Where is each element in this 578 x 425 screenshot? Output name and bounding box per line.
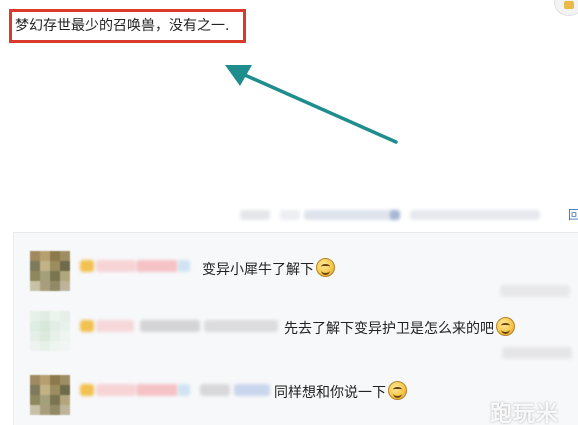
comment-content: 先去了解下变异护卫是怎么来的吧 [284, 317, 515, 338]
comment-content: 变异小犀牛了解下 [202, 258, 335, 279]
commenter-name[interactable] [80, 319, 280, 333]
comment-item: 变异小犀牛了解下 [14, 243, 578, 303]
post-text-highlight: 梦幻存世最少的召唤兽，没有之一. [9, 9, 246, 43]
comment-time [502, 347, 572, 359]
commenter-name[interactable] [80, 383, 276, 397]
comment-item: 先去了解下变异护卫是怎么来的吧 [14, 303, 578, 363]
post-text: 梦幻存世最少的召唤兽，没有之一. [15, 18, 230, 34]
commenter-avatar[interactable] [30, 251, 70, 291]
comment-text: 先去了解下变异护卫是怎么来的吧 [284, 321, 494, 337]
author-avatar[interactable] [554, 0, 578, 16]
commenter-avatar[interactable] [30, 311, 70, 351]
commenter-avatar[interactable] [30, 375, 70, 415]
arrow-head [225, 65, 252, 86]
comment-text: 同样想和你说一下 [274, 385, 386, 401]
comment-content: 同样想和你说一下 [274, 381, 407, 402]
commenter-name[interactable] [80, 259, 192, 273]
site-watermark: 跑玩米 [490, 402, 560, 425]
smile-emoji-icon [388, 381, 407, 400]
smile-emoji-icon [496, 317, 515, 336]
comment-time [500, 285, 570, 297]
comment-text: 变异小犀牛了解下 [202, 262, 314, 278]
post-meta-bar [240, 208, 550, 222]
smile-emoji-icon [316, 258, 335, 277]
arrow-shaft [236, 70, 398, 144]
reply-link[interactable]: 回 [568, 206, 578, 224]
